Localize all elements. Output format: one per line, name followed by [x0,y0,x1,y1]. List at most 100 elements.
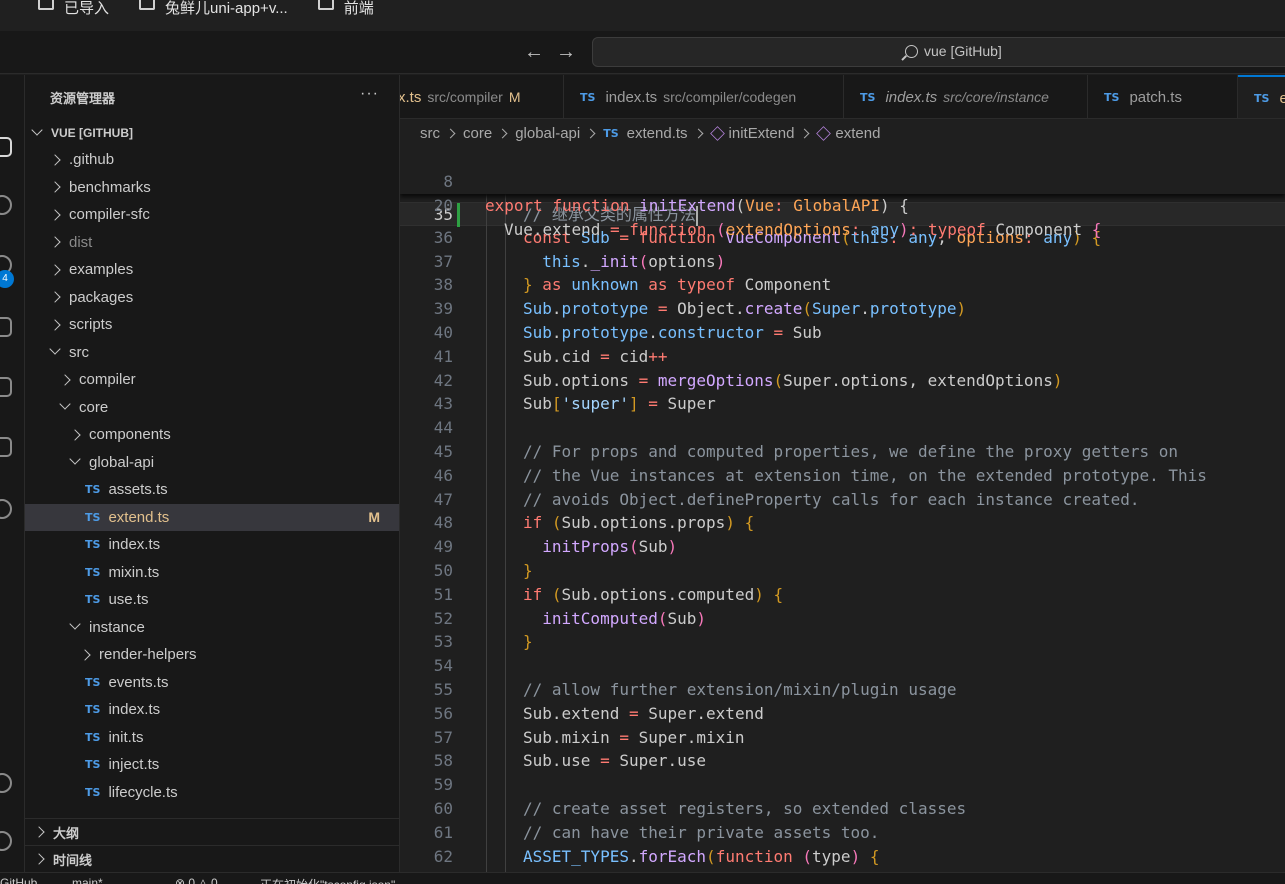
tab-instance-index[interactable]: TS index.ts src/core/instance [844,75,1088,118]
outline-section[interactable]: 大纲 [25,818,399,845]
remote-indicator[interactable]: GitHub [0,876,37,884]
tab-patch[interactable]: TS patch.ts [1088,75,1238,118]
branch-indicator[interactable]: main* [72,876,103,884]
line-number: 38 [433,275,453,295]
file-item[interactable]: TS assets.ts [25,476,399,503]
breadcrumb-symbol[interactable]: initExtend [729,125,795,142]
sticky-scroll[interactable]: 8 export function initExtend(Vue: Global… [400,146,1285,239]
timeline-section[interactable]: 时间线 [25,845,399,872]
code-editor[interactable]: 8 export function initExtend(Vue: Global… [400,146,1285,872]
code-line: 61 // can have their private assets too. [400,821,1285,845]
line-number: 47 [433,489,453,509]
folder-item[interactable]: dist [25,229,399,256]
line-number: 62 [433,846,453,866]
tree-item-label: global-api [89,453,155,471]
chevron-right-icon [497,128,508,138]
code-line: 47 // avoids Object.defineProperty calls … [400,488,1285,512]
problems-indicator[interactable]: ⊗ 0 △ 0 [175,876,218,884]
file-item[interactable]: TS extend.ts M [25,503,399,531]
editor-tabs: x.ts src/compiler M TS index.ts src/comp… [400,75,1285,119]
folder-item[interactable]: components [25,421,399,448]
tree-item-label: instance [89,618,145,636]
tab-extend-active[interactable]: TS e [1238,75,1285,118]
breadcrumb: src core global-api TS extend.ts initExt… [400,120,1285,146]
folder-item[interactable]: .github [25,146,399,173]
chevron-down-icon [59,398,71,410]
tab-codegen-index[interactable]: TS index.ts src/compiler/codegen [564,75,844,118]
arrow-left-icon[interactable]: ← [522,41,546,64]
tree-item-label: dist [69,233,93,251]
chevron-down-icon [49,343,61,355]
file-item[interactable]: TS use.ts [25,586,399,613]
chevron-right-icon [799,128,810,138]
breadcrumb-item[interactable]: src [420,125,440,142]
line-number: 60 [433,799,453,818]
page-icon [139,0,156,10]
code-line: 52 initComputed(Sub) [400,607,1285,631]
code-line: 39 Sub.prototype = Object.create(Super.pr… [400,297,1285,321]
more-actions-icon[interactable]: ··· [360,85,379,103]
breadcrumb-item[interactable]: core [463,125,492,142]
command-center-search[interactable]: vue [GitHub] [592,37,1285,67]
ts-file-icon: TS [603,126,619,140]
file-item[interactable]: TS index.ts [25,696,399,723]
tree-item-label: extend.ts [108,508,170,526]
folder-item[interactable]: compiler-sfc [25,201,399,228]
folder-item[interactable]: core [25,394,399,421]
file-item[interactable]: TS lifecycle.ts [25,779,399,806]
file-item[interactable]: TS inject.ts [25,751,399,778]
breadcrumb-symbol[interactable]: extend [835,125,880,142]
file-item[interactable]: TS events.ts [25,669,399,696]
code-line: 37 this._init(options) [400,250,1285,274]
run-debug-icon[interactable] [0,317,12,337]
file-item[interactable]: TS index.ts [25,531,399,558]
code-line: 57 Sub.mixin = Super.mixin [400,726,1285,750]
file-item[interactable]: TS mixin.ts [25,559,399,586]
code-text: initProps(Sub) [542,537,678,557]
code-line: 58 Sub.use = Super.use [400,749,1285,773]
tree-item-label: use.ts [108,591,149,608]
tree-item-label: src [69,343,89,361]
remote-explorer-icon[interactable] [0,377,12,397]
settings-icon[interactable] [0,831,12,851]
folder-item[interactable]: src [25,339,399,366]
account-icon[interactable] [0,773,12,793]
method-symbol-icon [816,125,832,141]
code-text: // create asset registers, so extended c… [523,799,967,818]
line-number: 52 [433,608,453,628]
explorer-icon[interactable] [0,137,12,157]
chevron-down-icon [31,123,43,136]
ts-file-icon: TS [85,758,101,771]
workspace-root[interactable]: VUE [GITHUB] [25,119,399,146]
bookmark-item[interactable]: 已导入 [38,0,109,17]
folder-item[interactable]: examples [25,256,399,283]
breadcrumb-item[interactable]: global-api [515,125,580,142]
folder-item[interactable]: benchmarks [25,174,399,201]
bookmark-item[interactable]: 前端 [317,0,374,17]
code-line: 48 if (Sub.options.props) { [400,511,1285,535]
folder-item[interactable]: instance [25,614,399,641]
tree-item-label: compiler-sfc [69,206,150,223]
folder-item[interactable]: global-api [25,449,399,476]
code-line: 45 // For props and computed properties, … [400,440,1285,464]
tree-item-label: scripts [69,316,113,333]
code-line: 59 [400,773,1285,797]
github-icon[interactable] [0,499,12,519]
folder-item[interactable]: compiler [25,366,399,393]
code-line: 43 Sub['super'] = Super [400,392,1285,416]
folder-item[interactable]: scripts [25,311,399,338]
extensions-icon[interactable] [0,437,12,457]
folder-item[interactable]: packages [25,284,399,311]
code-line: 42 Sub.options = mergeOptions(Super.optio… [400,369,1285,393]
bookmark-item[interactable]: 兔鲜儿uni-app+v... [139,0,288,17]
code-text: Sub.extend = Super.extend [523,703,764,723]
chevron-right-icon [585,128,596,138]
arrow-right-icon[interactable]: → [554,41,578,64]
tab-compiler-file[interactable]: x.ts src/compiler M [400,75,564,118]
chevron-right-icon [49,208,61,221]
search-icon[interactable] [0,195,12,215]
file-item[interactable]: TS init.ts [25,724,399,751]
folder-item[interactable]: render-helpers [25,641,399,668]
code-text: } [523,561,533,580]
breadcrumb-file[interactable]: extend.ts [627,125,688,142]
